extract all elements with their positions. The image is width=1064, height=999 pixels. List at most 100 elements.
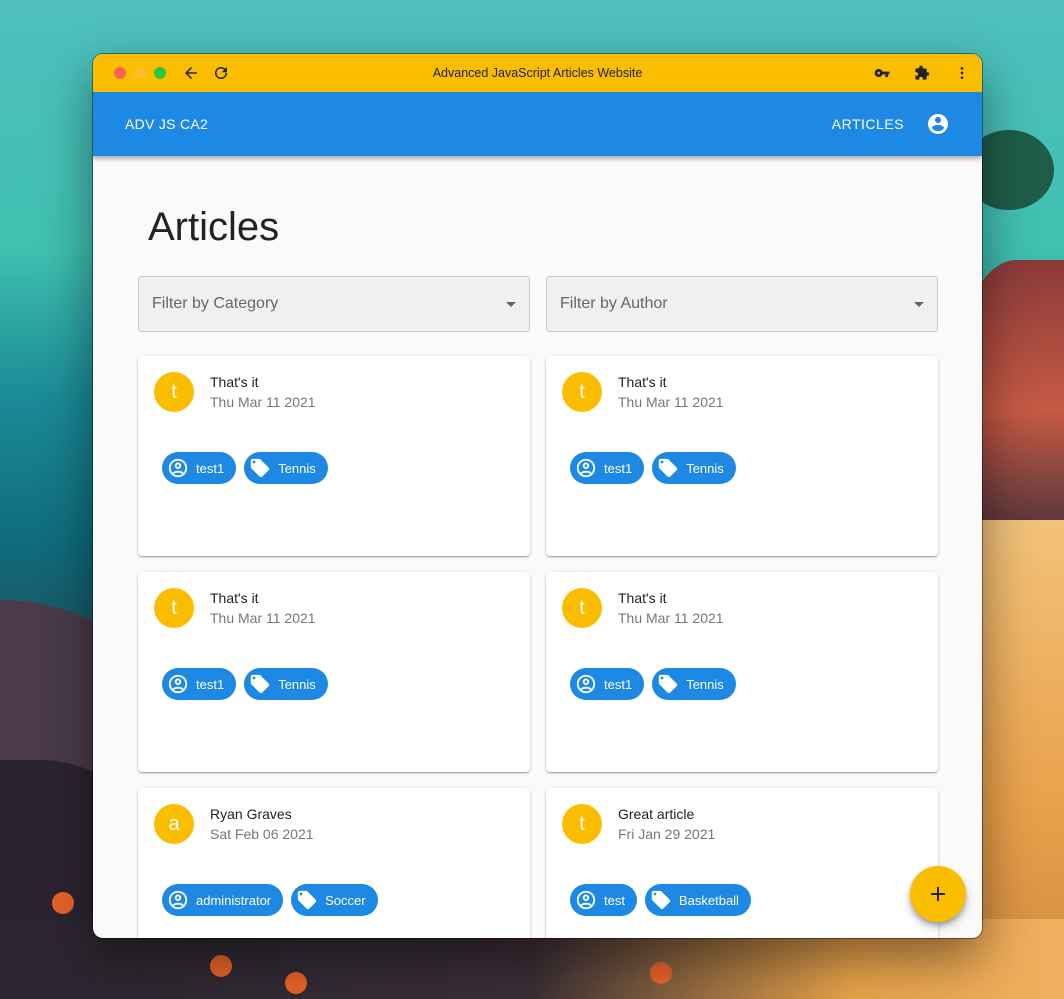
avatar: t xyxy=(562,588,602,628)
article-card-text: Great article Fri Jan 29 2021 xyxy=(618,804,715,844)
category-chip[interactable]: Soccer xyxy=(291,884,378,916)
article-card[interactable]: t That's it Thu Mar 11 2021 test1 Tennis xyxy=(546,572,938,772)
account-circle-outline-icon xyxy=(574,888,598,912)
article-card-header: t That's it Thu Mar 11 2021 xyxy=(562,372,922,412)
maximize-window-button[interactable] xyxy=(154,67,166,79)
author-filter-select[interactable]: Filter by Author xyxy=(546,276,938,332)
article-card-header: t That's it Thu Mar 11 2021 xyxy=(154,372,514,412)
article-date: Thu Mar 11 2021 xyxy=(618,610,724,626)
category-chip-label: Tennis xyxy=(278,460,316,476)
minimize-window-button[interactable] xyxy=(134,67,146,79)
avatar-letter: t xyxy=(171,380,177,403)
avatar-letter: t xyxy=(579,596,585,619)
author-chip[interactable]: test xyxy=(570,884,637,916)
article-date: Fri Jan 29 2021 xyxy=(618,826,716,842)
more-vert-icon[interactable] xyxy=(952,63,972,83)
tag-icon xyxy=(656,456,680,480)
author-chip-label: administrator xyxy=(196,892,272,908)
avatar: t xyxy=(154,588,194,628)
article-chips: test1 Tennis xyxy=(570,452,922,484)
article-card-header: a Ryan Graves Sat Feb 06 2021 xyxy=(154,804,514,844)
article-title: Great article xyxy=(618,806,695,822)
arrow-back-icon[interactable] xyxy=(181,63,201,83)
article-chips: test1 Tennis xyxy=(162,668,514,700)
account-circle-icon[interactable] xyxy=(926,112,950,136)
article-title: That's it xyxy=(618,374,667,390)
account-circle-outline-icon xyxy=(574,672,598,696)
page-title: Articles xyxy=(148,205,280,249)
article-title: That's it xyxy=(210,374,259,390)
traffic-lights xyxy=(114,67,166,79)
author-chip-label: test1 xyxy=(196,676,225,692)
app-brand[interactable]: ADV JS CA2 xyxy=(125,116,208,132)
article-card-text: That's it Thu Mar 11 2021 xyxy=(618,372,724,412)
avatar: t xyxy=(154,372,194,412)
avatar-letter: t xyxy=(579,812,585,835)
article-card-text: That's it Thu Mar 11 2021 xyxy=(210,372,316,412)
articles-grid: t That's it Thu Mar 11 2021 test1 Tennis xyxy=(138,356,938,938)
article-title: That's it xyxy=(210,590,259,606)
author-chip[interactable]: test1 xyxy=(162,668,237,700)
add-article-button[interactable] xyxy=(910,866,966,922)
category-chip-label: Tennis xyxy=(686,676,724,692)
author-chip-label: test1 xyxy=(196,460,225,476)
avatar-letter: t xyxy=(579,380,585,403)
tag-icon xyxy=(295,888,319,912)
dropdown-arrow-icon xyxy=(914,301,924,307)
avatar: a xyxy=(154,804,194,844)
article-date: Sat Feb 06 2021 xyxy=(210,826,314,842)
titlebar-actions xyxy=(872,63,972,83)
account-circle-outline-icon xyxy=(166,456,190,480)
wallpaper-flower xyxy=(650,962,672,984)
author-chip[interactable]: test1 xyxy=(570,668,645,700)
article-card-header: t That's it Thu Mar 11 2021 xyxy=(562,588,922,628)
author-chip-label: test1 xyxy=(604,460,633,476)
main-content: Articles Filter by Category Filter by Au… xyxy=(93,156,982,938)
key-icon[interactable] xyxy=(872,63,892,83)
article-title: Ryan Graves xyxy=(210,806,292,822)
category-chip[interactable]: Tennis xyxy=(652,452,736,484)
article-chips: test1 Tennis xyxy=(570,668,922,700)
category-chip[interactable]: Tennis xyxy=(652,668,736,700)
tag-icon xyxy=(248,456,272,480)
nav-articles-link[interactable]: ARTICLES xyxy=(832,116,904,132)
category-chip[interactable]: Basketball xyxy=(644,884,751,916)
article-date: Thu Mar 11 2021 xyxy=(210,610,316,626)
category-chip-label: Tennis xyxy=(686,460,724,476)
wallpaper-flower xyxy=(285,972,307,994)
author-chip-label: test xyxy=(604,892,625,908)
article-card[interactable]: t That's it Thu Mar 11 2021 test1 Tennis xyxy=(138,356,530,556)
close-window-button[interactable] xyxy=(114,67,126,79)
author-chip[interactable]: test1 xyxy=(162,452,237,484)
category-chip[interactable]: Tennis xyxy=(244,452,328,484)
article-card-header: t Great article Fri Jan 29 2021 xyxy=(562,804,922,844)
author-chip[interactable]: administrator xyxy=(162,884,284,916)
browser-window: Advanced JavaScript Articles Website ADV… xyxy=(93,54,982,938)
category-chip-label: Basketball xyxy=(678,892,739,908)
category-chip[interactable]: Tennis xyxy=(244,668,328,700)
article-card[interactable]: t That's it Thu Mar 11 2021 test1 Tennis xyxy=(546,356,938,556)
category-chip-label: Soccer xyxy=(325,892,366,908)
category-filter-select[interactable]: Filter by Category xyxy=(138,276,530,332)
account-circle-outline-icon xyxy=(166,672,190,696)
article-card-header: t That's it Thu Mar 11 2021 xyxy=(154,588,514,628)
add-icon xyxy=(931,887,945,901)
app-bar: ADV JS CA2 ARTICLES xyxy=(93,92,982,156)
account-circle-outline-icon xyxy=(166,888,190,912)
article-card[interactable]: t Great article Fri Jan 29 2021 test Bas… xyxy=(546,788,938,938)
wallpaper-flower xyxy=(210,955,232,977)
reload-icon[interactable] xyxy=(211,63,231,83)
article-card-text: That's it Thu Mar 11 2021 xyxy=(210,588,316,628)
category-filter-placeholder: Filter by Category xyxy=(152,295,279,312)
tag-icon xyxy=(248,672,272,696)
author-filter-placeholder: Filter by Author xyxy=(560,295,668,312)
author-chip[interactable]: test1 xyxy=(570,452,645,484)
article-card[interactable]: a Ryan Graves Sat Feb 06 2021 administra… xyxy=(138,788,530,938)
avatar-letter: a xyxy=(168,812,180,835)
article-chips: test Basketball xyxy=(570,884,922,916)
article-card[interactable]: t That's it Thu Mar 11 2021 test1 Tennis xyxy=(138,572,530,772)
article-chips: test1 Tennis xyxy=(162,452,514,484)
wallpaper-flower xyxy=(52,892,74,914)
puzzle-icon[interactable] xyxy=(912,63,932,83)
avatar: t xyxy=(562,804,602,844)
